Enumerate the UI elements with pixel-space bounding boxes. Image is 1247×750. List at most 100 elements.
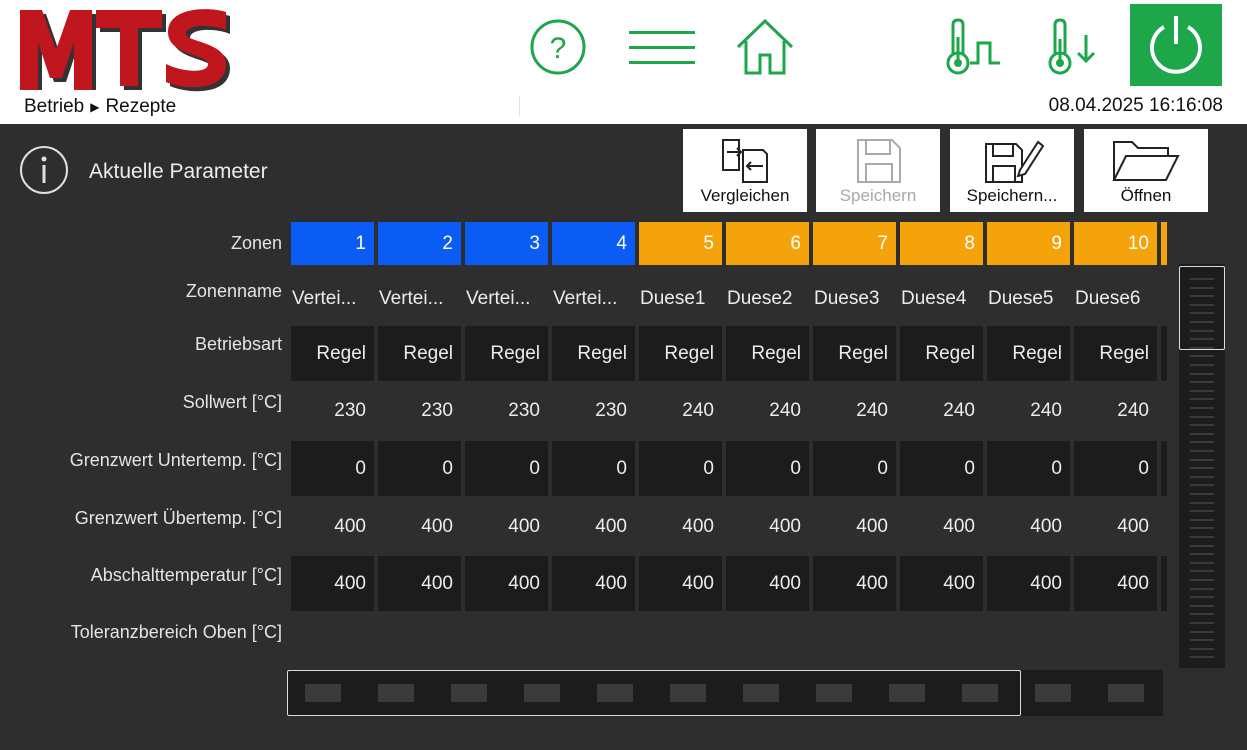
zone-header-cell[interactable]: 5 bbox=[639, 222, 722, 265]
scrollbar-tick bbox=[1190, 484, 1214, 487]
breadcrumb-item-rezepte[interactable]: Rezepte bbox=[105, 96, 176, 118]
scrollbar-segment bbox=[743, 684, 779, 702]
scrollbar-segment bbox=[378, 684, 414, 702]
operating-mode-cell[interactable]: Regel bbox=[465, 326, 548, 381]
setpoint-cell[interactable]: 230 bbox=[291, 383, 374, 438]
operating-mode-cell[interactable]: Regel bbox=[291, 326, 374, 381]
shutoff-temp-cell[interactable]: 400 bbox=[987, 556, 1070, 611]
tolerance-upper-cell[interactable]: 15 bbox=[378, 614, 461, 620]
tolerance-upper-cell[interactable]: 15 bbox=[900, 614, 983, 620]
lower-limit-cell[interactable]: 0 bbox=[552, 441, 635, 496]
upper-limit-cell[interactable]: 400 bbox=[813, 499, 896, 554]
upper-limit-cell[interactable]: 400 bbox=[552, 499, 635, 554]
lower-limit-cell[interactable]: 0 bbox=[1074, 441, 1157, 496]
info-icon[interactable] bbox=[19, 145, 69, 195]
upper-limit-cell[interactable]: 400 bbox=[378, 499, 461, 554]
setpoint-cell[interactable]: 230 bbox=[378, 383, 461, 438]
zone-header-cell[interactable]: 3 bbox=[465, 222, 548, 265]
tolerance-upper-cell[interactable]: 15 bbox=[465, 614, 548, 620]
shutoff-temp-cell[interactable]: 400 bbox=[291, 556, 374, 611]
operating-mode-cell[interactable]: Regel bbox=[987, 326, 1070, 381]
zone-header-cell[interactable]: 6 bbox=[726, 222, 809, 265]
horizontal-scrollbar[interactable] bbox=[287, 670, 1163, 716]
upper-limit-cell[interactable]: 400 bbox=[726, 499, 809, 554]
open-button[interactable]: Öffnen bbox=[1084, 129, 1208, 212]
section-title: Aktuelle Parameter bbox=[89, 160, 268, 183]
shutoff-temp-cell[interactable]: 400 bbox=[900, 556, 983, 611]
save-button-label: Speichern bbox=[839, 186, 917, 205]
operating-mode-cell[interactable]: Regel bbox=[1074, 326, 1157, 381]
setpoint-cell[interactable]: 230 bbox=[465, 383, 548, 438]
shutoff-temp-cell[interactable]: 400 bbox=[1074, 556, 1157, 611]
setpoint-cell[interactable]: 240 bbox=[900, 383, 983, 438]
upper-limit-cell[interactable]: 400 bbox=[900, 499, 983, 554]
zone-header-cell[interactable]: 7 bbox=[813, 222, 896, 265]
setpoint-cell[interactable]: 240 bbox=[987, 383, 1070, 438]
save-as-button[interactable]: Speichern... bbox=[950, 129, 1074, 212]
vertical-scrollbar[interactable] bbox=[1179, 264, 1225, 668]
scrollbar-tick bbox=[1190, 372, 1214, 375]
upper-limit-cell[interactable]: 400 bbox=[1074, 499, 1157, 554]
setpoint-cell[interactable]: 230 bbox=[552, 383, 635, 438]
shutoff-temp-cell[interactable]: 400 bbox=[465, 556, 548, 611]
shutoff-temp-cell[interactable]: 400 bbox=[726, 556, 809, 611]
power-button[interactable] bbox=[1130, 4, 1222, 86]
operating-mode-cell[interactable]: Regel bbox=[726, 326, 809, 381]
row-label-betriebsart: Betriebsart bbox=[194, 334, 282, 354]
temperature-lower-button[interactable] bbox=[1044, 8, 1106, 86]
lower-limit-cell[interactable]: 0 bbox=[813, 441, 896, 496]
zone-header-cell[interactable]: 10 bbox=[1074, 222, 1157, 265]
help-button[interactable]: ? bbox=[528, 8, 588, 86]
scrollbar-segment bbox=[451, 684, 487, 702]
lower-limit-cell[interactable]: 0 bbox=[291, 441, 374, 496]
setpoint-cell[interactable]: 240 bbox=[639, 383, 722, 438]
tolerance-upper-cell[interactable]: 15 bbox=[726, 614, 809, 620]
tolerance-upper-cell[interactable]: 15 bbox=[987, 614, 1070, 620]
zone-header-cell[interactable]: 2 bbox=[378, 222, 461, 265]
operating-mode-cell[interactable]: Regel bbox=[378, 326, 461, 381]
zone-name-cell: Vertei... bbox=[292, 287, 357, 309]
menu-button[interactable] bbox=[626, 8, 698, 86]
lower-limit-cell[interactable]: 0 bbox=[378, 441, 461, 496]
zone-header-cell[interactable]: 1 bbox=[291, 222, 374, 265]
compare-button[interactable]: Vergleichen bbox=[683, 129, 807, 212]
upper-limit-cell[interactable]: 400 bbox=[987, 499, 1070, 554]
tolerance-upper-cell[interactable]: 15 bbox=[291, 614, 374, 620]
upper-limit-cell[interactable]: 400 bbox=[291, 499, 374, 554]
shutoff-temp-cell[interactable]: 400 bbox=[552, 556, 635, 611]
shutoff-temp-cell[interactable]: 400 bbox=[813, 556, 896, 611]
setpoint-cell[interactable]: 240 bbox=[813, 383, 896, 438]
setpoint-cell[interactable]: 240 bbox=[726, 383, 809, 438]
operating-mode-cell[interactable]: Regel bbox=[552, 326, 635, 381]
scrollbar-tick bbox=[1190, 587, 1214, 590]
zone-header-cell[interactable]: 4 bbox=[552, 222, 635, 265]
tolerance-upper-cell[interactable]: 15 bbox=[813, 614, 896, 620]
lower-limit-cell[interactable]: 0 bbox=[900, 441, 983, 496]
tolerance-upper-cell[interactable]: 15 bbox=[1074, 614, 1157, 620]
temperature-profile-button[interactable] bbox=[942, 8, 1004, 86]
lower-limit-cell[interactable]: 0 bbox=[987, 441, 1070, 496]
setpoint-cell[interactable]: 240 bbox=[1074, 383, 1157, 438]
home-button[interactable] bbox=[734, 8, 796, 86]
scrollbar-tick bbox=[1190, 630, 1214, 633]
mts-logo bbox=[20, 9, 230, 92]
operating-mode-cell[interactable]: Regel bbox=[639, 326, 722, 381]
tolerance-upper-cell[interactable]: 15 bbox=[639, 614, 722, 620]
scrollbar-segment bbox=[1035, 684, 1071, 702]
shutoff-temp-cell[interactable]: 400 bbox=[378, 556, 461, 611]
operating-mode-cell[interactable]: Regel bbox=[813, 326, 896, 381]
upper-limit-cell[interactable]: 400 bbox=[639, 499, 722, 554]
lower-limit-cell[interactable]: 0 bbox=[639, 441, 722, 496]
zone-header-cell[interactable]: 8 bbox=[900, 222, 983, 265]
lower-limit-cell[interactable]: 0 bbox=[465, 441, 548, 496]
zone-header-cell[interactable]: 9 bbox=[987, 222, 1070, 265]
operating-mode-cell[interactable]: Regel bbox=[900, 326, 983, 381]
zone-name-cell: Duese1 bbox=[640, 287, 706, 309]
lower-limit-cell[interactable]: 0 bbox=[726, 441, 809, 496]
zone-name-cell: Duese3 bbox=[814, 287, 880, 309]
breadcrumb-item-betrieb[interactable]: Betrieb bbox=[24, 96, 84, 118]
tolerance-upper-cell[interactable]: 15 bbox=[552, 614, 635, 620]
shutoff-temp-cell[interactable]: 400 bbox=[639, 556, 722, 611]
save-button[interactable]: Speichern bbox=[816, 129, 940, 212]
upper-limit-cell[interactable]: 400 bbox=[465, 499, 548, 554]
